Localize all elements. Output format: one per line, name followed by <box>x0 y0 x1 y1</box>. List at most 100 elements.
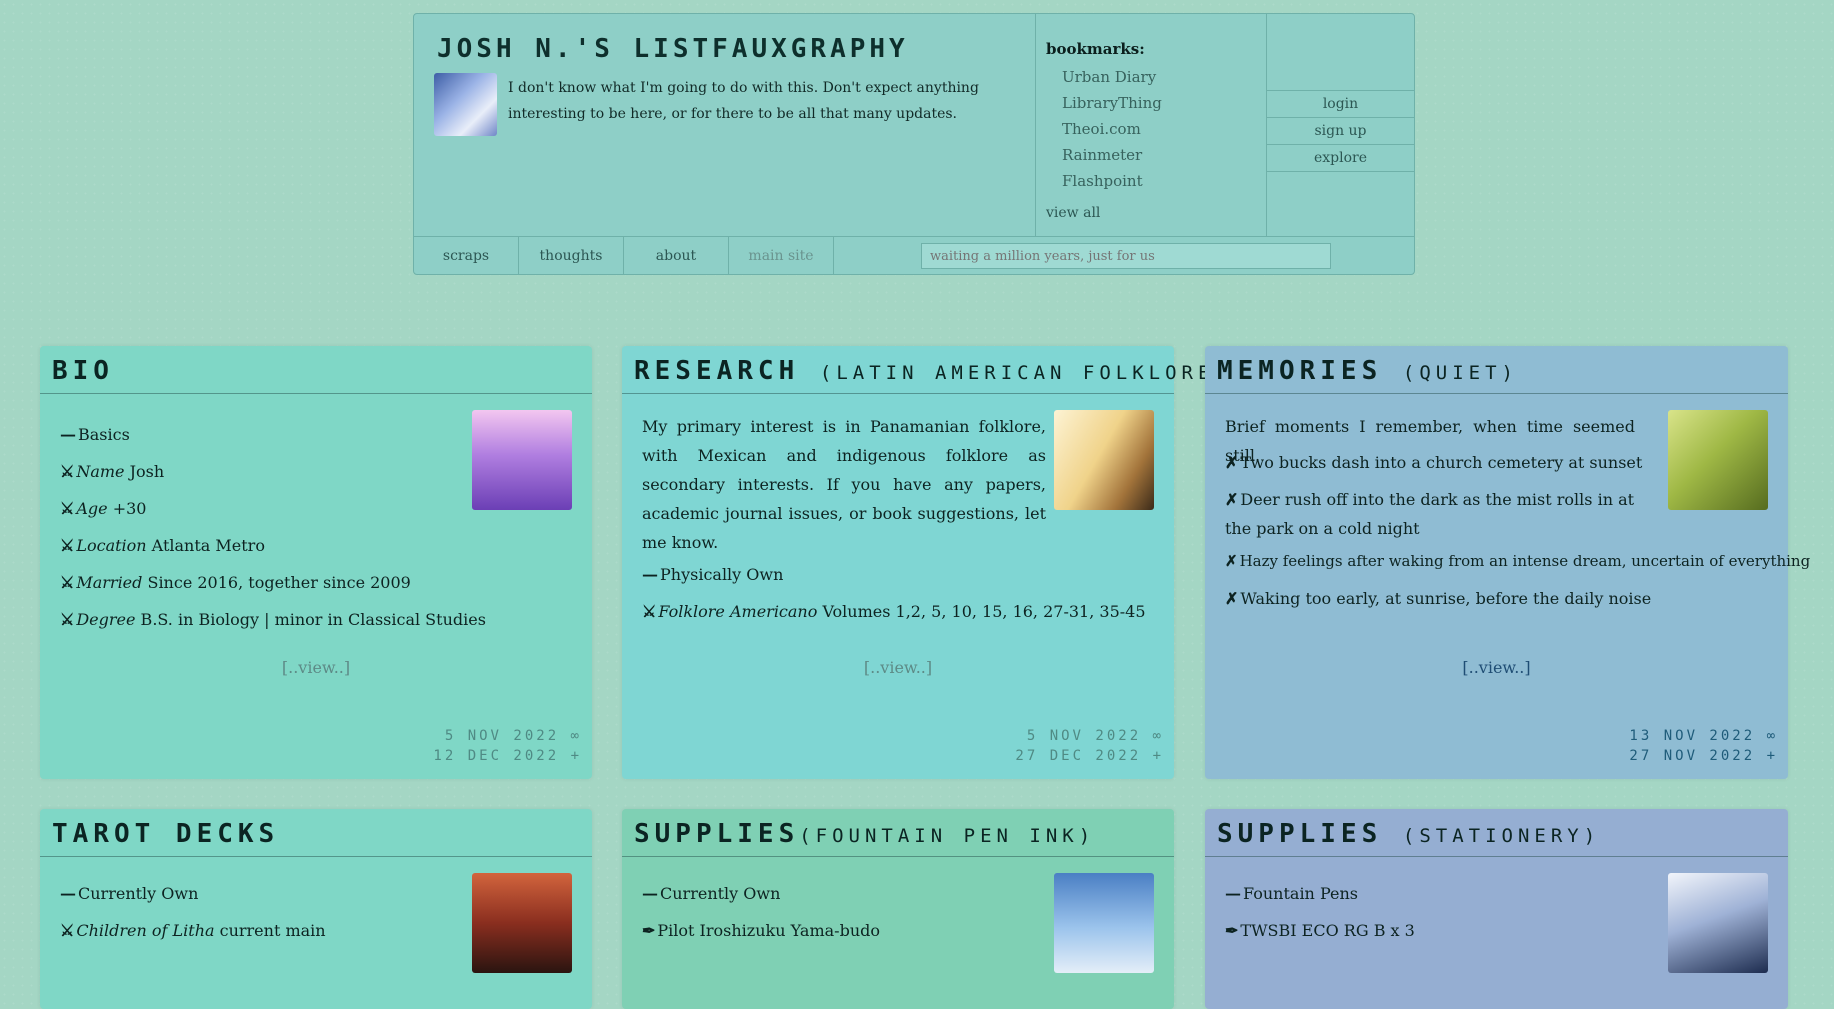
list-item: ✗ Two bucks dash into a church cemetery a… <box>1225 444 1765 481</box>
tab-thoughts[interactable]: thoughts <box>519 237 624 275</box>
bookmarks-list: Urban Diary LibraryThing Theoi.com Rainm… <box>1062 64 1162 194</box>
x-marker: ✗ <box>1225 490 1239 509</box>
sign-up-link[interactable]: sign up <box>1267 117 1414 144</box>
bookmark-link[interactable]: LibraryThing <box>1062 90 1162 116</box>
list-item-text: Physically Own <box>660 565 784 584</box>
list-item-label: Degree <box>76 610 136 629</box>
memories-card: MEMORIES (QUIET) Brief moments I remembe… <box>1205 346 1810 779</box>
list-item: — Physically Own <box>642 556 1082 593</box>
ink-card: SUPPLIES(FOUNTAIN PEN INK) — Currently Ow… <box>622 809 1174 1009</box>
bookmark-link[interactable]: Urban Diary <box>1062 64 1162 90</box>
date-created: 5 NOV 2022 ∞ <box>1026 728 1164 744</box>
page-title: Josh N.'s Listfauxgraphy <box>437 34 909 64</box>
scroll-fade <box>622 636 1174 658</box>
list-item: ⚔ Folklore Americano Volumes 1,2, 5, 10, … <box>642 593 1146 630</box>
date-updated: 12 DEC 2022 + <box>433 748 582 764</box>
card-title-text: RESEARCH <box>634 356 800 386</box>
dash-marker: — <box>60 425 76 444</box>
bookmarks-title: bookmarks: <box>1046 40 1145 58</box>
list-item: ⚔ Children of Litha current main <box>60 912 500 949</box>
view-all-bookmarks-link[interactable]: view all <box>1046 205 1100 221</box>
card-subtitle: (QUIET) <box>1402 362 1518 384</box>
list-item: ✗ Hazy feelings after waking from an inte… <box>1225 543 1810 580</box>
tarot-list: — Currently Own ⚔ Children of Litha curren… <box>60 875 500 949</box>
list-item-text: Volumes 1,2, 5, 10, 15, 16, 27-31, 35-45 <box>817 602 1146 621</box>
list-item-text: +30 <box>107 499 147 518</box>
bookmark-link[interactable]: Flashpoint <box>1062 168 1162 194</box>
bookmark-link[interactable]: Rainmeter <box>1062 142 1162 168</box>
tab-about[interactable]: about <box>624 237 729 275</box>
list-item: ⚔ Married Since 2016, together since 2009 <box>60 564 500 601</box>
view-link[interactable]: [..view..] <box>40 658 592 677</box>
list-item-text: Currently Own <box>660 884 781 903</box>
list-item-text: Currently Own <box>78 884 199 903</box>
profile-info: Josh N.'s Listfauxgraphy I don't know wh… <box>414 14 1035 236</box>
card-title: SUPPLIES (STATIONERY) <box>1217 819 1600 849</box>
card-subtitle: (LATIN AMERICAN FOLKLORE) <box>819 362 1231 384</box>
list-item-label: Name <box>76 462 125 481</box>
list-item-text: Pilot Iroshizuku Yama-budo <box>657 921 881 940</box>
card-dates: 5 NOV 2022 ∞ 27 DEC 2022 + <box>1015 726 1164 766</box>
card-header: SUPPLIES(FOUNTAIN PEN INK) <box>622 809 1174 857</box>
card-title-text: SUPPLIES <box>1217 819 1383 849</box>
swords-icon: ⚔ <box>60 573 75 592</box>
card-header: TAROT DECKS <box>40 809 592 857</box>
card-dates: 5 NOV 2022 ∞ 12 DEC 2022 + <box>433 726 582 766</box>
list-item-text: Deer rush off into the dark as the mist … <box>1225 490 1635 538</box>
view-link[interactable]: [..view..] <box>622 658 1174 677</box>
list-item-text: TWSBI ECO RG B x 3 <box>1240 921 1415 940</box>
tab-main-site[interactable]: main site <box>729 237 834 275</box>
x-marker: ✗ <box>1225 552 1238 570</box>
bio-list: — Basics ⚔ Name Josh ⚔ Age +30 ⚔ Location At… <box>60 416 500 638</box>
research-paragraph: My primary interest is in Panamanian fol… <box>642 417 1046 552</box>
stationery-list: — Fountain Pens ✒ TWSBI ECO RG B x 3 <box>1225 875 1665 949</box>
card-title-text: MEMORIES <box>1217 356 1383 386</box>
swords-icon: ⚔ <box>60 462 75 481</box>
list-item-text: Waking too early, at sunrise, before the… <box>1240 589 1652 608</box>
login-link[interactable]: login <box>1267 90 1414 117</box>
list-item-text: B.S. in Biology | minor in Classical Stu… <box>135 610 486 629</box>
list-item-label: Children of Litha <box>76 921 215 940</box>
swords-icon: ⚔ <box>60 536 75 555</box>
dash-marker: — <box>642 884 658 903</box>
card-dates: 13 NOV 2022 ∞ 27 NOV 2022 + <box>1629 726 1778 766</box>
ink-list: — Currently Own ✒ Pilot Iroshizuku Yama-bu… <box>642 875 1082 949</box>
tab-scraps[interactable]: scraps <box>414 237 519 275</box>
list-item-text: Since 2016, together since 2009 <box>142 573 411 592</box>
x-marker: ✗ <box>1225 453 1239 472</box>
view-link[interactable]: [..view..] <box>1205 658 1788 677</box>
card-subtitle: (STATIONERY) <box>1402 825 1601 847</box>
card-title: TAROT DECKS <box>52 819 280 849</box>
avatar <box>434 73 497 136</box>
card-title-text: SUPPLIES <box>634 819 800 849</box>
profile-header: Josh N.'s Listfauxgraphy I don't know wh… <box>413 13 1415 275</box>
stationery-card: SUPPLIES (STATIONERY) — Fountain Pens ✒ TW… <box>1205 809 1788 1009</box>
card-header: SUPPLIES (STATIONERY) <box>1205 809 1788 857</box>
list-item: — Basics <box>60 416 500 453</box>
card-title: BIO <box>52 356 114 386</box>
list-item-text: Atlanta Metro <box>146 536 265 555</box>
card-title: MEMORIES (QUIET) <box>1217 356 1518 386</box>
swords-icon: ⚔ <box>60 499 75 518</box>
list-item-label: Location <box>76 536 147 555</box>
research-image <box>1054 410 1154 510</box>
explore-link[interactable]: explore <box>1267 144 1414 172</box>
research-list: — Physically Own ⚔ Folklore Americano Volu… <box>642 556 1146 630</box>
list-item: ⚔ Name Josh <box>60 453 500 490</box>
list-item: ✒ TWSBI ECO RG B x 3 <box>1225 912 1665 949</box>
list-item-text: Hazy feelings after waking from an inten… <box>1239 552 1811 570</box>
swords-icon: ⚔ <box>60 610 75 629</box>
list-item: — Currently Own <box>60 875 500 912</box>
list-item-text: Josh <box>124 462 165 481</box>
swords-icon: ⚔ <box>60 921 75 940</box>
list-item: ✒ Pilot Iroshizuku Yama-budo <box>642 912 1082 949</box>
search-input[interactable] <box>921 243 1331 269</box>
date-created: 5 NOV 2022 ∞ <box>444 728 582 744</box>
card-header: MEMORIES (QUIET) <box>1205 346 1788 394</box>
pen-icon: ✒ <box>642 921 656 940</box>
list-item-text: Fountain Pens <box>1243 884 1358 903</box>
bookmarks-panel: bookmarks: Urban Diary LibraryThing Theo… <box>1035 14 1266 236</box>
profile-description: I don't know what I'm going to do with t… <box>508 80 979 122</box>
bookmark-link[interactable]: Theoi.com <box>1062 116 1162 142</box>
memories-list: ✗ Two bucks dash into a church cemetery a… <box>1225 444 1810 617</box>
